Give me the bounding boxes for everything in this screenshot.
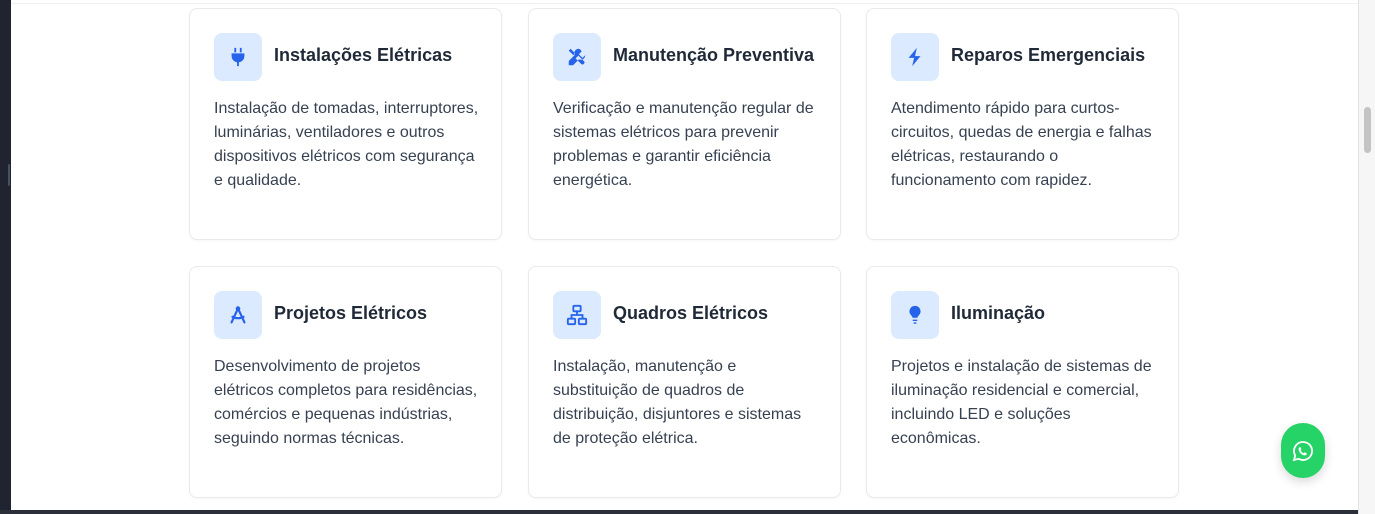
service-description: Projetos e instalação de sistemas de ilu… [891,358,1152,447]
whatsapp-icon [1292,440,1313,461]
service-description: Desenvolvimento de projetos elétricos co… [214,358,478,447]
service-card-projetos: Projetos Elétricos Desenvolvimento de pr… [189,266,502,498]
service-card-manutencao: Manutenção Preventiva Verificação e manu… [528,8,841,240]
service-description: Instalação de tomadas, interruptores, lu… [214,100,479,189]
service-card-iluminacao: Iluminação Projetos e instalação de sist… [866,266,1179,498]
service-card-quadros: Quadros Elétricos Instalação, manutenção… [528,266,841,498]
network-icon [553,291,601,339]
service-title: Iluminação [951,303,1046,323]
service-description: Atendimento rápido para curtos-circuitos… [891,100,1152,189]
service-title: Quadros Elétricos [613,303,769,323]
service-title: Reparos Emergenciais [951,45,1146,65]
scrollbar-thumb[interactable] [1364,107,1371,153]
window-edge-marker [8,164,10,186]
whatsapp-button[interactable] [1281,423,1325,478]
compass-drafting-icon [214,291,262,339]
lightbulb-icon [891,291,939,339]
page-viewport: Instalações Elétricas Instalação de toma… [11,0,1358,510]
service-card-reparos: Reparos Emergenciais Atendimento rápido … [866,8,1179,240]
service-card-instalacoes: Instalações Elétricas Instalação de toma… [189,8,502,240]
service-title: Projetos Elétricos [274,303,428,323]
header-divider [11,3,1358,4]
bolt-icon [891,33,939,81]
vertical-scrollbar[interactable] [1358,0,1375,514]
service-description: Instalação, manutenção e substituição de… [553,358,802,447]
window-bottom-border [0,510,1358,514]
service-title: Manutenção Preventiva [613,45,815,65]
tools-icon [553,33,601,81]
plug-icon [214,33,262,81]
service-description: Verificação e manutenção regular de sist… [553,100,814,189]
service-title: Instalações Elétricas [274,45,453,65]
